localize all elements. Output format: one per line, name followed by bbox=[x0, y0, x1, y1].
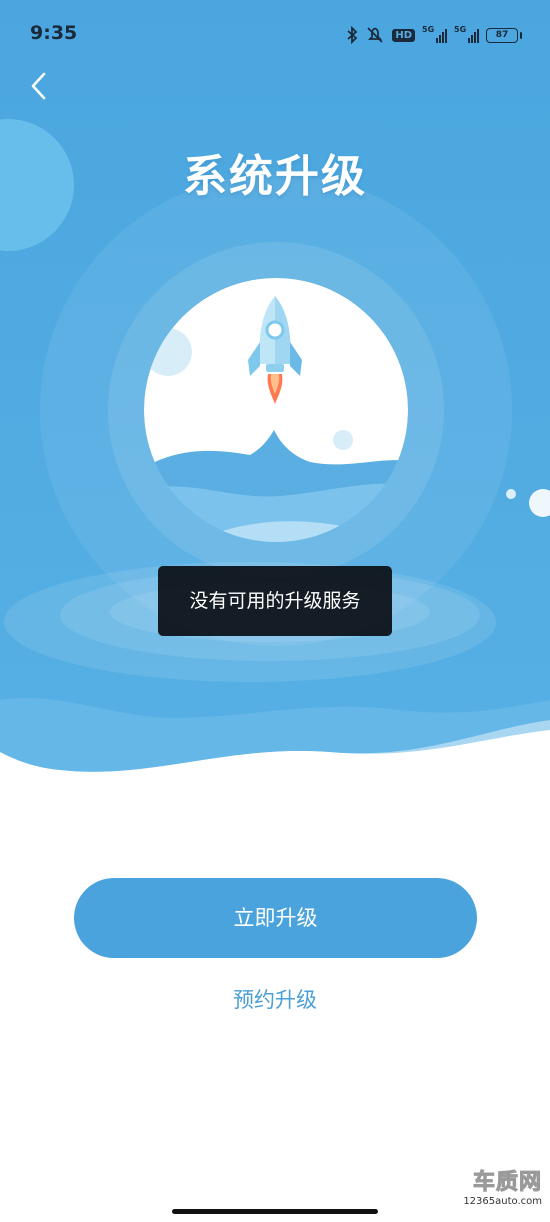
signal-5g-2-icon: 5G bbox=[454, 25, 479, 43]
hd-badge: HD bbox=[392, 28, 415, 42]
watermark-logo: 车质网 12365auto.com bbox=[447, 1170, 542, 1214]
home-indicator[interactable] bbox=[172, 1209, 378, 1214]
schedule-upgrade-link[interactable]: 预约升级 bbox=[175, 984, 375, 1014]
status-bar: 9:35 HD 5G 5G 87 bbox=[0, 0, 550, 70]
upgrade-now-button[interactable]: 立即升级 bbox=[74, 878, 477, 958]
chevron-left-icon bbox=[31, 72, 46, 100]
watermark-brand: 车质网 bbox=[472, 1170, 542, 1196]
signal-5g-1-icon: 5G bbox=[422, 25, 447, 43]
page-title: 系统升级 bbox=[183, 151, 367, 202]
rocket-icon bbox=[248, 296, 302, 404]
back-button[interactable] bbox=[24, 68, 54, 104]
toast-message: 没有可用的升级服务 bbox=[158, 566, 392, 636]
status-time: 9:35 bbox=[30, 22, 78, 44]
mute-icon bbox=[365, 26, 385, 44]
status-icons: HD 5G 5G 87 bbox=[346, 25, 522, 45]
bluetooth-icon bbox=[346, 26, 358, 44]
network-label-2: 5G bbox=[454, 25, 467, 34]
battery-icon: 87 bbox=[486, 27, 522, 43]
watermark-url: 12365auto.com bbox=[463, 1196, 542, 1207]
network-label-1: 5G bbox=[422, 25, 435, 34]
